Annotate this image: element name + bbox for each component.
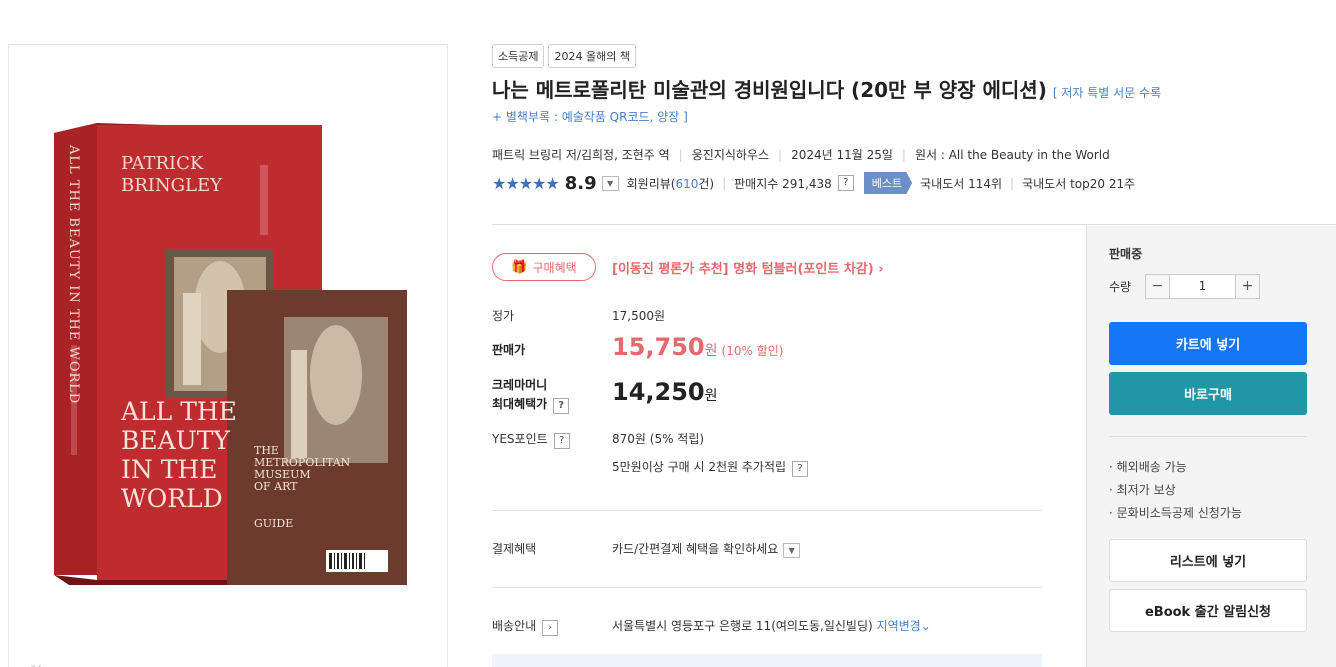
publish-date: 2024년 11월 25일 <box>791 148 893 162</box>
yes-point-text: YES포인트 <box>492 432 548 446</box>
note-lowest-price: · 최저가 보상 <box>1109 483 1176 497</box>
list-price-value: 17,500원 <box>612 309 666 323</box>
title-extra-link[interactable]: [ 저자 특별 서문 수록 <box>1053 86 1161 100</box>
divider: | <box>1010 176 1015 190</box>
divider: | <box>722 176 727 190</box>
service-notes: · 해외배송 가능 · 최저가 보상 · 문화비소득공제 신청가능 <box>1109 456 1242 525</box>
cream-price-unit: 원 <box>704 388 718 404</box>
list-price-label: 정가 <box>492 309 515 323</box>
author-link[interactable]: 패트릭 브링리 저/김희정, 조현주 역 <box>492 146 670 163</box>
rating-row: ★★★★★ 8.9 ▼ 회원리뷰(610건) | 판매지수 291,438 ? … <box>492 172 1135 194</box>
help-icon[interactable]: ? <box>792 461 809 477</box>
quantity-label: 수량 <box>1109 280 1132 294</box>
rating-score: 8.9 <box>564 172 597 194</box>
note-overseas-shipping: · 해외배송 가능 <box>1109 460 1187 474</box>
cover-big-title: ALL THE BEAUTY IN THE WORLD <box>121 397 237 513</box>
sale-price: 15,750원 (10% 할인) <box>612 333 783 361</box>
add-to-cart-button[interactable]: 카트에 넣기 <box>1109 322 1307 365</box>
badge-book-of-year: 2024 올해의 책 <box>548 44 636 68</box>
cream-label-text: 최대혜택가 <box>492 397 548 411</box>
purchase-benefit-label: 구매혜택 <box>532 260 577 275</box>
title-subline: + 별책부록 : 예술작품 QR코드, 양장 ] <box>492 110 688 124</box>
cream-price: 14,250원 <box>612 378 718 406</box>
yes-point-extra: 5만원이상 구매 시 2천원 추가적립? <box>612 458 809 477</box>
cream-label-line1: 크레마머니 <box>492 378 548 392</box>
help-icon[interactable]: ? <box>837 175 854 191</box>
sale-status: 판매중 <box>1109 247 1143 261</box>
purchase-benefit-button[interactable]: 🎁 구매혜택 <box>492 253 596 281</box>
change-location-text: 지역변경 <box>876 619 921 633</box>
chevron-down-icon[interactable]: ▼ <box>601 175 619 191</box>
gift-icon: 🎁 <box>511 259 528 275</box>
sale-price-value: 15,750 <box>612 333 705 361</box>
cover-spine-title: ALL THE BEAUTY IN THE WORLD <box>66 145 81 405</box>
delivery-label: 배송안내 › <box>492 617 559 636</box>
product-title: 나는 메트로폴리탄 미술관의 경비원입니다 (20만 부 양장 에디션) [ 저자… <box>492 74 1161 103</box>
badge-group: 소득공제 2024 올해의 책 <box>492 44 636 68</box>
rating-stars-icon: ★★★★★ <box>492 173 560 193</box>
divider <box>1109 436 1307 437</box>
change-location-link[interactable]: 지역변경⌄ <box>877 619 931 633</box>
divider <box>492 224 1336 225</box>
delivery-address: 서울특별시 영등포구 은행로 11(여의도동,일신빌딩) <box>612 619 873 633</box>
sales-index: 판매지수 291,438 <box>734 176 832 191</box>
help-icon[interactable]: ? <box>553 398 570 414</box>
rank-link[interactable]: 국내도서 114위 <box>920 175 1002 192</box>
yes-point-extra-text: 5만원이상 구매 시 2천원 추가적립 <box>612 460 787 474</box>
cream-label-line2: 최대혜택가? <box>492 395 570 414</box>
divider <box>492 510 1042 511</box>
delivery-label-text: 배송안내 <box>492 619 537 633</box>
delivery-info: 서울특별시 영등포구 은행로 11(여의도동,일신빌딩) 지역변경⌄ <box>612 617 931 634</box>
badge-tax-deduction: 소득공제 <box>492 44 545 68</box>
quantity-stepper: − 1 + <box>1145 274 1260 299</box>
discount-rate: (10% 할인) <box>721 344 784 358</box>
divider: | <box>901 147 906 162</box>
review-count: 610 <box>675 176 699 191</box>
original-title-link[interactable]: 원서 : All the Beauty in the World <box>915 146 1110 163</box>
divider: | <box>678 147 683 162</box>
yes-point-label: YES포인트? <box>492 430 570 449</box>
divider <box>492 587 1042 588</box>
cream-label: 크레마머니 최대혜택가? <box>492 376 570 414</box>
product-title-text: 나는 메트로폴리탄 미술관의 경비원입니다 (20만 부 양장 에디션) <box>492 78 1047 102</box>
payment-benefit-text: 카드/간편결제 혜택을 확인하세요 <box>612 542 779 556</box>
rank-weeks-link[interactable]: 국내도서 top20 21주 <box>1022 175 1135 192</box>
chevron-right-icon[interactable]: › <box>542 620 559 636</box>
review-suffix: 건) <box>698 176 715 191</box>
sale-price-label: 판매가 <box>492 343 526 357</box>
book-meta: 패트릭 브링리 저/김희정, 조현주 역 | 웅진지식하우스 | 2024년 1… <box>492 146 1110 163</box>
cover-author-name: PATRICK BRINGLEY <box>121 153 222 196</box>
sale-price-unit: 원 <box>704 343 718 359</box>
review-label: 회원리뷰( <box>626 176 676 191</box>
note-culture-deduction: · 문화비소득공제 신청가능 <box>1109 506 1242 520</box>
bestseller-badge[interactable]: 베스트 <box>863 172 913 194</box>
buy-now-button[interactable]: 바로구매 <box>1109 372 1307 415</box>
delivery-estimate-box <box>492 654 1042 667</box>
quantity-increase-button[interactable]: + <box>1235 275 1259 298</box>
payment-label: 결제혜택 <box>492 542 537 556</box>
ebook-notify-button[interactable]: eBook 출간 알림신청 <box>1109 589 1307 632</box>
yes-point-value: 870원 (5% 적립) <box>612 432 705 446</box>
add-to-list-button[interactable]: 리스트에 넣기 <box>1109 539 1307 582</box>
chevron-down-icon[interactable]: ▼ <box>783 543 801 558</box>
cream-price-value: 14,250 <box>612 378 705 406</box>
book-cover[interactable]: PATRICK BRINGLEY ALL THE BEAUTY IN THE W… <box>8 44 448 667</box>
review-link[interactable]: 회원리뷰(610건) <box>627 175 714 192</box>
benefit-promo-link[interactable]: [이동진 평론가 추천] 명화 텀블러(포인트 차감) › <box>612 258 884 277</box>
help-icon[interactable]: ? <box>553 433 570 449</box>
purchase-panel: 판매중 수량 − 1 + 카트에 넣기 바로구매 · 해외배송 가능 · 최저가… <box>1086 226 1336 667</box>
payment-benefit[interactable]: 카드/간편결제 혜택을 확인하세요 ▼ <box>612 540 801 558</box>
guide-title: THE METROPOLITAN MUSEUM OF ART <box>254 444 351 493</box>
quantity-input[interactable]: 1 <box>1170 275 1235 298</box>
guide-label: GUIDE <box>254 517 294 530</box>
quantity-decrease-button[interactable]: − <box>1146 275 1170 298</box>
publisher-link[interactable]: 웅진지식하우스 <box>692 146 769 163</box>
divider: | <box>778 147 783 162</box>
